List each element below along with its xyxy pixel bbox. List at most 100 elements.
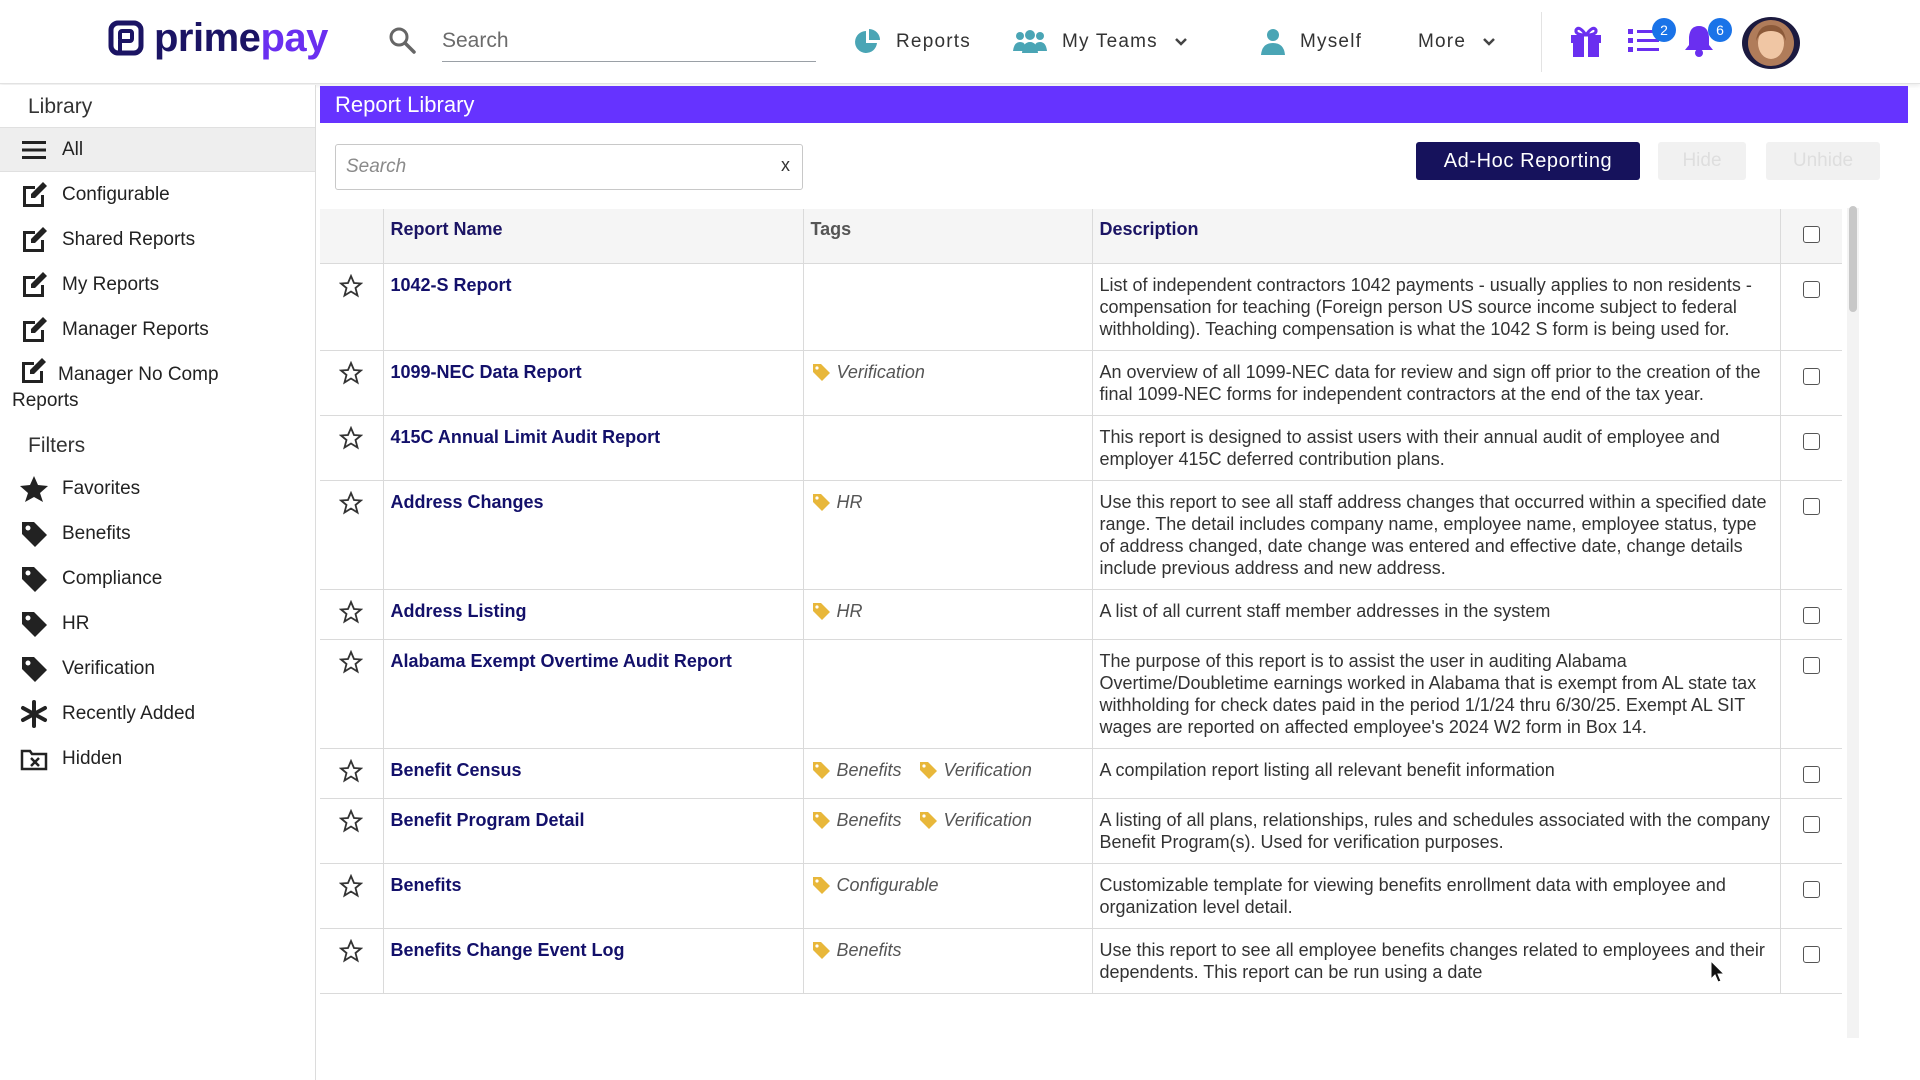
notifications-button[interactable]: 6 [1682, 18, 1732, 62]
search-icon[interactable] [388, 26, 416, 54]
sidebar-item-manager-reports[interactable]: Manager Reports [0, 307, 315, 352]
sidebar-item-my-reports[interactable]: My Reports [0, 262, 315, 307]
table-row[interactable]: Benefit Census Benefits Verification A comp… [320, 748, 1842, 799]
description-column-header[interactable]: Description [1092, 209, 1781, 264]
table-row[interactable]: Alabama Exempt Overtime Audit Report The … [320, 639, 1842, 749]
report-tag[interactable]: Verification [918, 809, 1032, 831]
adhoc-reporting-button[interactable]: Ad-Hoc Reporting [1416, 142, 1640, 180]
report-tags-cell: Benefits [803, 928, 1093, 994]
row-select-checkbox[interactable] [1802, 432, 1820, 450]
star-outline-icon [338, 873, 364, 897]
search-clear-button[interactable]: x [781, 155, 790, 176]
sidebar-filter-hidden[interactable]: Hidden [0, 736, 315, 781]
report-tag-label: HR [836, 491, 863, 512]
nav-myself[interactable]: Myself [1260, 24, 1362, 60]
favorite-toggle[interactable] [320, 589, 384, 640]
sidebar-filter-hr[interactable]: HR [0, 601, 315, 646]
report-tag[interactable]: Benefits [811, 809, 902, 831]
nav-more[interactable]: More [1418, 24, 1496, 60]
report-tag[interactable]: HR [811, 491, 863, 513]
table-row[interactable]: Benefits Configurable Customizable templat… [320, 863, 1842, 929]
report-name-link[interactable]: 415C Annual Limit Audit Report [391, 427, 661, 447]
star-outline-icon [338, 758, 364, 782]
favorite-toggle[interactable] [320, 798, 384, 864]
table-scrollbar-track[interactable] [1847, 208, 1859, 1038]
tag-icon [812, 602, 830, 620]
report-tag[interactable]: Benefits [811, 939, 902, 961]
report-tag[interactable]: Verification [918, 759, 1032, 781]
table-row[interactable]: Benefit Program Detail Benefits Verificati… [320, 798, 1842, 864]
select-all-checkbox[interactable] [1802, 226, 1820, 243]
report-tag[interactable]: Verification [811, 361, 925, 383]
favorite-toggle[interactable] [320, 350, 384, 416]
favorite-toggle[interactable] [320, 863, 384, 929]
sidebar-item-manager-no-comp-reports[interactable]: Manager No Comp Reports [0, 352, 315, 422]
row-select-checkbox[interactable] [1802, 815, 1820, 833]
library-search-input[interactable] [336, 145, 756, 189]
global-search-input[interactable] [442, 20, 816, 62]
top-navigation: primepay Reports My Teams Myself More [0, 0, 1920, 84]
row-select-checkbox[interactable] [1802, 765, 1820, 783]
favorite-toggle[interactable] [320, 928, 384, 994]
report-tag[interactable]: Configurable [811, 874, 939, 896]
table-row[interactable]: Address Changes HR Use this report to see … [320, 480, 1842, 590]
nav-my-teams[interactable]: My Teams [1012, 24, 1188, 60]
report-name-link[interactable]: Benefits [391, 875, 462, 895]
sidebar-filter-favorites[interactable]: Favorites [0, 466, 315, 511]
sidebar-item-shared-reports[interactable]: Shared Reports [0, 217, 315, 262]
row-select-checkbox[interactable] [1802, 656, 1820, 674]
tags-column-header[interactable]: Tags [803, 209, 1093, 264]
tag-icon [812, 363, 830, 381]
sidebar-filter-recently-added[interactable]: Recently Added [0, 691, 315, 736]
sidebar-filter-verification[interactable]: Verification [0, 646, 315, 691]
edit-icon [23, 316, 47, 342]
table-scrollbar-thumb[interactable] [1849, 206, 1857, 312]
report-name-column-header[interactable]: Report Name [383, 209, 804, 264]
star-outline-icon [338, 273, 364, 297]
table-row[interactable]: Address Listing HR A list of all current s… [320, 589, 1842, 640]
tasks-button[interactable]: 2 [1626, 18, 1676, 62]
page-title: Report Library [335, 92, 475, 117]
favorite-toggle[interactable] [320, 639, 384, 749]
unhide-button[interactable]: Unhide [1766, 142, 1880, 180]
person-icon [1261, 29, 1285, 55]
sidebar-item-configurable[interactable]: Configurable [0, 172, 315, 217]
report-tag[interactable]: HR [811, 600, 863, 622]
report-name-link[interactable]: Benefit Program Detail [391, 810, 585, 830]
sidebar-filter-compliance[interactable]: Compliance [0, 556, 315, 601]
hide-button[interactable]: Hide [1658, 142, 1746, 180]
report-name-link[interactable]: 1042-S Report [391, 275, 512, 295]
report-name-link[interactable]: Address Changes [391, 492, 544, 512]
report-name-link[interactable]: Benefits Change Event Log [391, 940, 625, 960]
row-select-checkbox[interactable] [1802, 606, 1820, 624]
row-select-checkbox[interactable] [1802, 880, 1820, 898]
row-select-checkbox[interactable] [1802, 945, 1820, 963]
filters-heading: Filters [28, 434, 86, 457]
favorite-toggle[interactable] [320, 263, 384, 351]
report-name-cell: Benefits [383, 863, 804, 929]
table-row[interactable]: 1099-NEC Data Report Verification An overv… [320, 350, 1842, 416]
table-row[interactable]: 415C Annual Limit Audit Report This repor… [320, 415, 1842, 481]
report-tag[interactable]: Benefits [811, 759, 902, 781]
row-select-checkbox[interactable] [1802, 280, 1820, 298]
sidebar-filter-benefits[interactable]: Benefits [0, 511, 315, 556]
report-name-link[interactable]: Address Listing [391, 601, 527, 621]
sidebar-item-label: My Reports [62, 273, 160, 295]
report-name-link[interactable]: Benefit Census [391, 760, 522, 780]
favorite-toggle[interactable] [320, 480, 384, 590]
nav-more-label: More [1418, 31, 1467, 52]
user-avatar[interactable] [1742, 17, 1800, 69]
gift-button[interactable] [1567, 22, 1607, 62]
favorite-toggle[interactable] [320, 415, 384, 481]
report-name-link[interactable]: 1099-NEC Data Report [391, 362, 582, 382]
row-select-checkbox[interactable] [1802, 367, 1820, 385]
table-row[interactable]: 1042-S Report List of independent contrac… [320, 263, 1842, 351]
notifications-count-badge: 6 [1708, 18, 1732, 42]
primepay-logo[interactable]: primepay [108, 18, 328, 58]
sidebar-item-all[interactable]: All [0, 127, 315, 172]
nav-reports[interactable]: Reports [852, 24, 971, 60]
report-name-link[interactable]: Alabama Exempt Overtime Audit Report [391, 651, 732, 671]
table-row[interactable]: Benefits Change Event Log Benefits Use thi… [320, 928, 1842, 994]
favorite-toggle[interactable] [320, 748, 384, 799]
row-select-checkbox[interactable] [1802, 497, 1820, 515]
